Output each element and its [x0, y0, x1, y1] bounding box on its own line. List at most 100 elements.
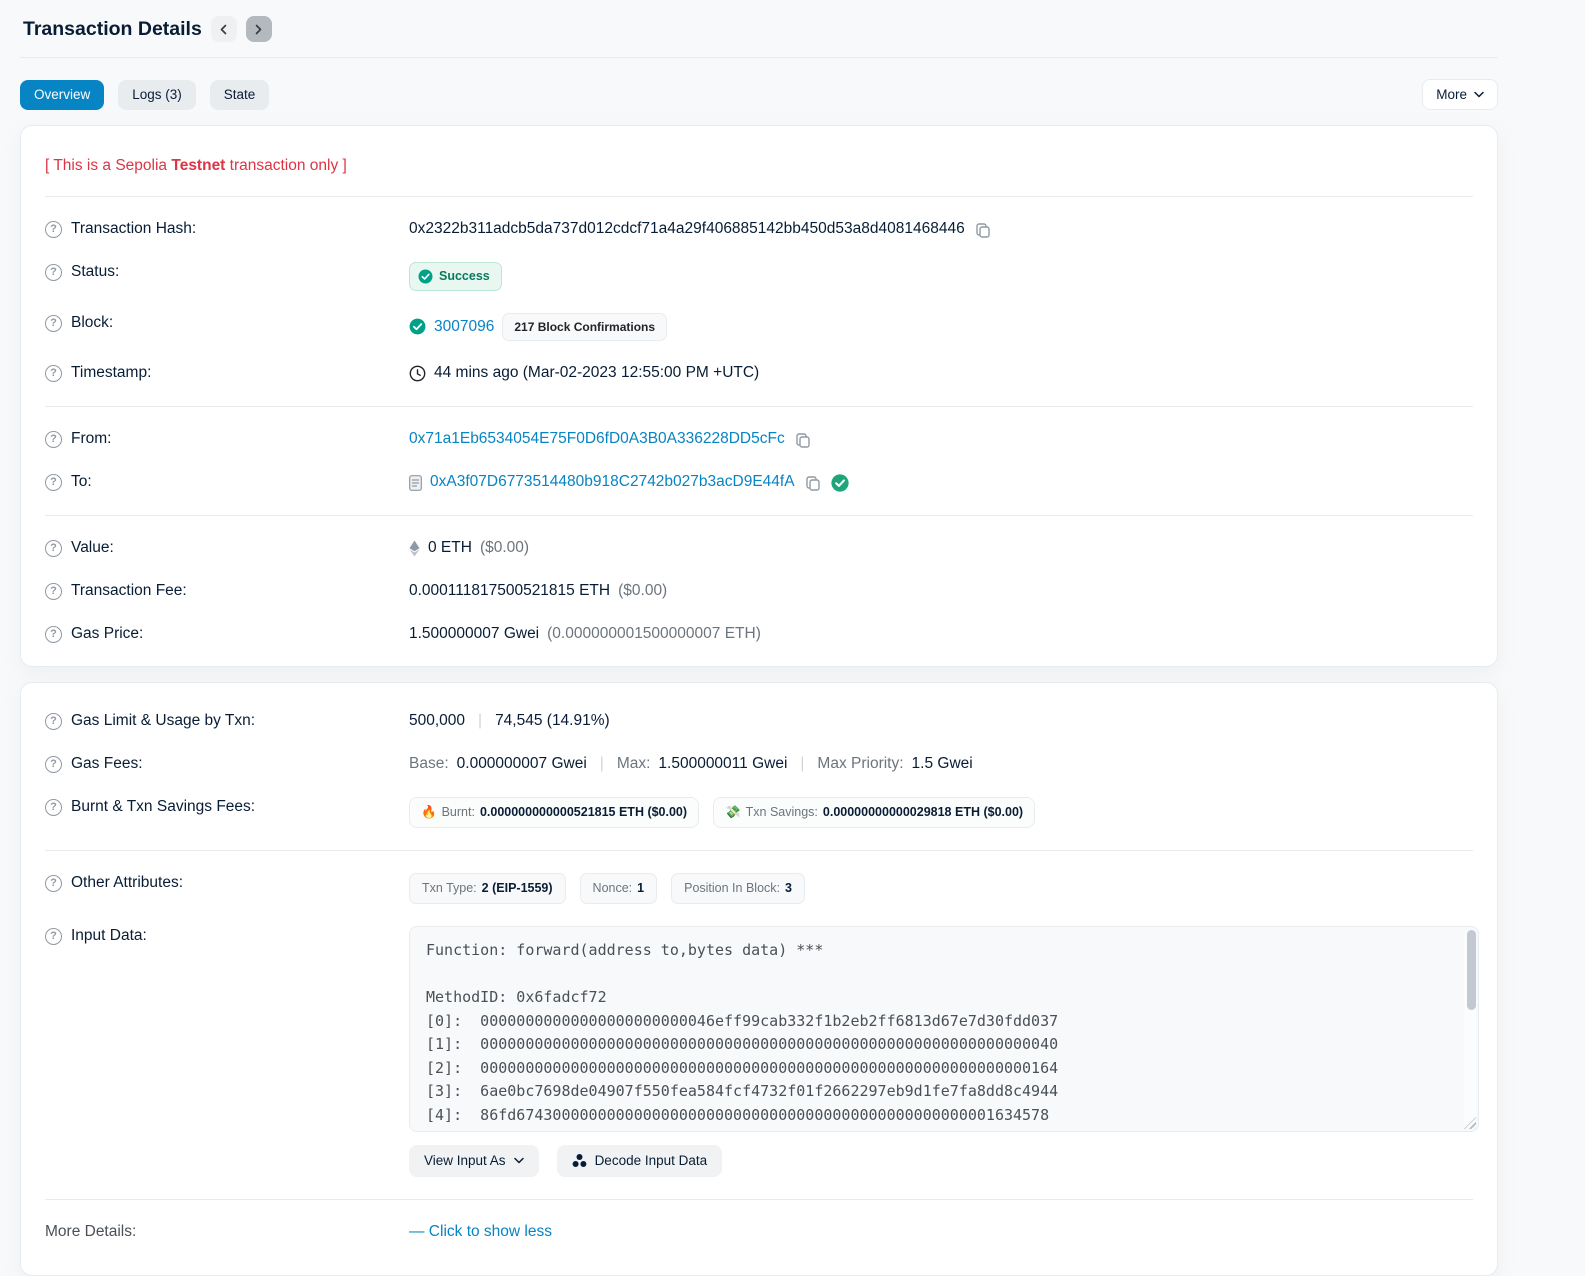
txn-savings-value: 0.00000000000029818 ETH ($0.00) [822, 805, 1024, 820]
check-circle-icon [418, 269, 433, 284]
from-label: From: [71, 430, 112, 448]
more-details-label: More Details: [45, 1222, 137, 1240]
help-icon[interactable]: ? [45, 365, 62, 383]
tabs-row: Overview Logs (3) State More [20, 79, 1498, 110]
chevron-left-icon [218, 24, 229, 35]
help-icon[interactable]: ? [45, 756, 62, 774]
from-address-link[interactable]: 0x71a1Eb6534054E75F0D6fD0A3B0A336228DD5c… [409, 429, 785, 450]
decode-input-data-button[interactable]: Decode Input Data [556, 1144, 723, 1177]
row-transaction-hash: ? Transaction Hash: 0x2322b311adcb5da737… [21, 208, 1497, 251]
status-badge: Success [409, 262, 502, 291]
row-gas-limit-usage: ? Gas Limit & Usage by Txn: 500,000 | 74… [21, 692, 1497, 743]
status-label: Status: [71, 263, 120, 280]
input-data-textarea[interactable]: Function: forward(address to,bytes data)… [409, 925, 1479, 1132]
help-icon[interactable]: ? [45, 474, 62, 492]
burnt-savings-label: Burnt & Txn Savings Fees: [71, 798, 256, 816]
help-icon[interactable]: ? [45, 927, 62, 945]
eth-icon [409, 540, 420, 557]
testnet-notice: [ This is a Sepolia Testnet transaction … [45, 157, 347, 174]
block-number-link[interactable]: 3007096 [434, 317, 494, 338]
txn-type-badge: Txn Type: 2 (EIP-1559) [409, 872, 566, 904]
overview-card-secondary: ? Gas Limit & Usage by Txn: 500,000 | 74… [20, 682, 1498, 1276]
gas-fees-label: Gas Fees: [71, 755, 143, 773]
timestamp-label: Timestamp: [71, 364, 152, 382]
transaction-details-page: Transaction Details Overview Logs (3) St… [20, 0, 1498, 1276]
decode-icon [572, 1153, 587, 1168]
help-icon[interactable]: ? [45, 874, 62, 892]
burnt-fee-badge: 🔥 Burnt: 0.000000000000521815 ETH ($0.00… [409, 797, 700, 828]
base-fee-label: Base: [409, 755, 449, 773]
row-more-details: More Details: — Click to show less [21, 1211, 1497, 1265]
copy-icon [805, 475, 821, 491]
copy-icon [975, 222, 991, 238]
help-icon[interactable]: ? [45, 263, 62, 281]
help-icon[interactable]: ? [45, 799, 62, 817]
gas-price-label: Gas Price: [71, 625, 144, 643]
divider [45, 515, 1473, 517]
transaction-fee-label: Transaction Fee: [71, 582, 187, 600]
to-address-link[interactable]: 0xA3f07D6773514480b918C2742b027b3acD9E44… [430, 472, 795, 493]
copy-transaction-hash-button[interactable] [973, 222, 993, 238]
more-label: More [1436, 87, 1467, 102]
header-divider [20, 57, 1498, 58]
divider [45, 1198, 1473, 1200]
scrollbar-thumb[interactable] [1467, 929, 1476, 1010]
transaction-fee-usd: ($0.00) [618, 582, 668, 600]
pipe-separator: | [800, 755, 805, 773]
copy-to-address-button[interactable] [803, 475, 823, 491]
other-attributes-label: Other Attributes: [71, 873, 183, 891]
value-amount: 0 ETH [428, 539, 472, 557]
fire-icon: 🔥 [421, 805, 437, 820]
block-label: Block: [71, 313, 114, 331]
transaction-hash-value: 0x2322b311adcb5da737d012cdcf71a4a29f4068… [409, 220, 965, 238]
gas-price-amount: 1.500000007 Gwei [409, 625, 540, 643]
row-to: ? To: 0xA3f07D6773514480b918C2742b027b3a… [21, 461, 1497, 504]
tab-logs[interactable]: Logs (3) [118, 79, 196, 110]
tab-overview[interactable]: Overview [20, 79, 105, 110]
row-burnt-savings-fees: ? Burnt & Txn Savings Fees: 🔥 Burnt: 0.0… [21, 786, 1497, 839]
copy-from-address-button[interactable] [793, 432, 813, 448]
help-icon[interactable]: ? [45, 431, 62, 449]
gas-price-eth: (0.000000001500000007 ETH) [547, 625, 761, 643]
tab-state[interactable]: State [209, 79, 270, 110]
verified-check-icon [830, 473, 849, 492]
max-fee-label: Max: [616, 755, 651, 773]
max-priority-fee-value: 1.5 Gwei [911, 755, 973, 773]
input-data-label: Input Data: [71, 926, 147, 944]
chevron-down-icon [513, 1157, 524, 1164]
page-header: Transaction Details [20, 0, 1498, 57]
help-icon[interactable]: ? [45, 626, 62, 644]
help-icon[interactable]: ? [45, 583, 62, 601]
row-gas-fees: ? Gas Fees: Base: 0.000000007 Gwei | Max… [21, 743, 1497, 786]
chevron-right-icon [253, 24, 264, 35]
base-fee-value: 0.000000007 Gwei [456, 755, 587, 773]
show-less-link[interactable]: — Click to show less [409, 1222, 552, 1243]
max-fee-value: 1.500000011 Gwei [658, 755, 788, 773]
help-icon[interactable]: ? [45, 713, 62, 731]
more-dropdown-button[interactable]: More [1422, 79, 1498, 110]
help-icon[interactable]: ? [45, 540, 62, 558]
help-icon[interactable]: ? [45, 314, 62, 332]
previous-transaction-button[interactable] [210, 16, 237, 42]
pipe-separator: | [599, 755, 604, 773]
divider [45, 406, 1473, 408]
nonce-badge: Nonce: 1 [579, 872, 658, 904]
max-priority-fee-label: Max Priority: [817, 755, 904, 773]
view-input-as-button[interactable]: View Input As [409, 1144, 539, 1177]
row-timestamp: ? Timestamp: 44 mins ago (Mar-02-2023 12… [21, 352, 1497, 395]
value-label: Value: [71, 539, 114, 557]
help-icon[interactable]: ? [45, 220, 62, 238]
transaction-fee-amount: 0.000111817500521815 ETH [409, 582, 611, 600]
gas-usage-value: 74,545 (14.91%) [495, 712, 610, 730]
input-data-content: Function: forward(address to,bytes data)… [426, 940, 1059, 1131]
row-block: ? Block: 3007096 217 Block Confirmations [21, 302, 1497, 352]
to-label: To: [71, 473, 92, 491]
overview-card-primary: [ This is a Sepolia Testnet transaction … [20, 125, 1498, 668]
row-status: ? Status: Success [21, 251, 1497, 302]
burnt-value: 0.000000000000521815 ETH ($0.00) [479, 805, 688, 820]
next-transaction-button[interactable] [245, 16, 272, 42]
copy-icon [795, 432, 811, 448]
row-input-data: ? Input Data: Function: forward(address … [21, 915, 1497, 1188]
gas-limit-value: 500,000 [409, 712, 466, 730]
input-data-actions: View Input As Decode Input Data [409, 1144, 723, 1177]
